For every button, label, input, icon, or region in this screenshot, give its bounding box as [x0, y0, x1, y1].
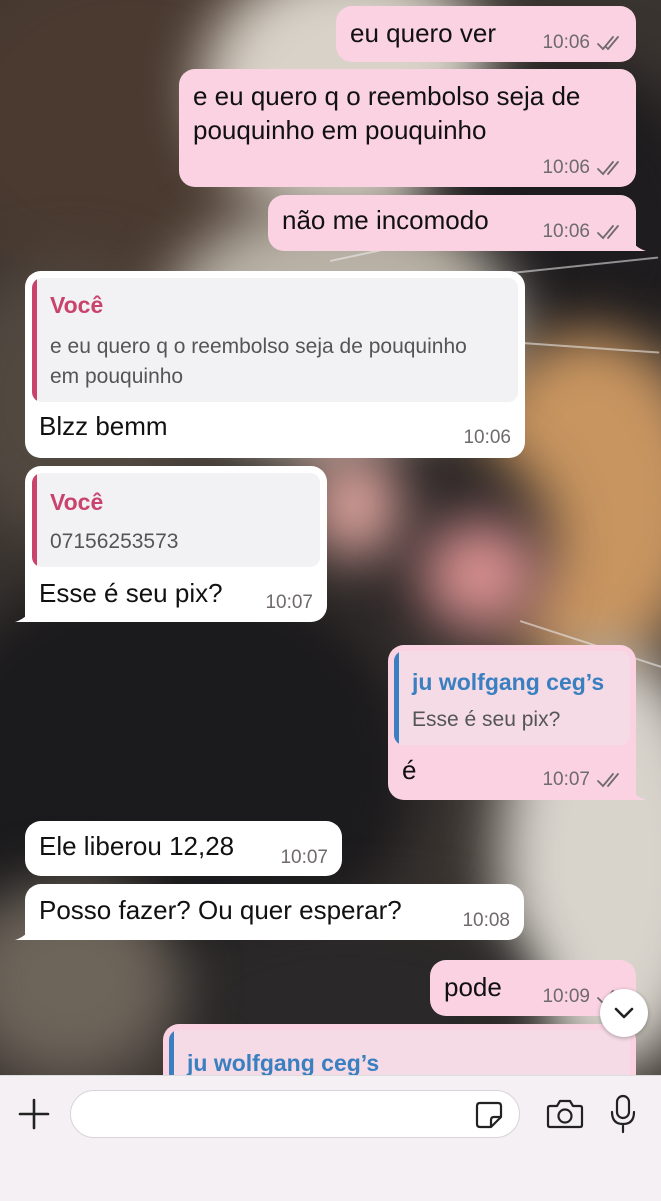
- message-bubble-incoming[interactable]: Você 07156253573 Esse é seu pix? 10:07: [15, 466, 327, 622]
- message-text: pode: [444, 972, 502, 1002]
- message-meta: 10:06: [542, 221, 626, 243]
- message-bubble-outgoing[interactable]: e eu quero q o reembolso seja de pouquin…: [179, 69, 636, 187]
- message-text: Posso fazer? Ou quer esperar?: [39, 895, 402, 925]
- quote-bar: [32, 278, 37, 402]
- plus-icon[interactable]: [16, 1096, 52, 1132]
- bubble-tail: [15, 918, 37, 940]
- quote-author: Você: [50, 292, 104, 318]
- message-meta: 10:07: [542, 769, 626, 791]
- read-receipt-icon: [597, 773, 619, 788]
- read-receipt-icon: [597, 36, 619, 51]
- message-time: 10:07: [280, 847, 328, 868]
- message-text: não me incomodo: [282, 205, 489, 235]
- message-bubble-outgoing[interactable]: ju wolfgang ceg’s Esse é seu pix? é 10:0…: [388, 645, 646, 800]
- message-bubble-outgoing[interactable]: eu quero ver 10:06: [336, 6, 636, 62]
- message-time: 10:06: [463, 427, 511, 448]
- quote-author: Você: [50, 489, 104, 515]
- quote-text: 07156253573: [50, 530, 179, 553]
- message-time: 10:06: [542, 157, 590, 178]
- message-composer: [0, 1075, 661, 1201]
- microphone-icon[interactable]: [608, 1094, 638, 1134]
- message-text: eu quero ver: [350, 18, 496, 48]
- message-text: Ele liberou 12,28: [39, 831, 235, 861]
- reply-quote[interactable]: Você e eu quero q o reembolso seja de po…: [32, 278, 518, 402]
- message-bubble-incoming[interactable]: Posso fazer? Ou quer esperar? 10:08: [15, 884, 524, 940]
- reply-quote[interactable]: ju wolfgang ceg’s Esse é seu pix?: [394, 651, 630, 745]
- message-input[interactable]: [70, 1090, 520, 1138]
- sticker-icon[interactable]: [474, 1100, 504, 1130]
- quote-text: Esse é seu pix?: [412, 708, 561, 731]
- message-bubble-outgoing[interactable]: não me incomodo 10:06: [268, 195, 646, 251]
- scroll-to-bottom-button[interactable]: [600, 989, 648, 1037]
- quote-text: e eu quero q o reembolso seja de pouquin…: [50, 335, 467, 388]
- bubble-tail: [624, 778, 646, 800]
- quote-bar: [394, 651, 399, 745]
- chevron-down-icon: [614, 1007, 634, 1019]
- message-text: Blzz bemm: [39, 411, 168, 441]
- message-text: é: [402, 755, 417, 785]
- camera-icon[interactable]: [546, 1098, 584, 1130]
- message-time: 10:06: [542, 221, 590, 242]
- read-receipt-icon: [597, 161, 619, 176]
- message-time: 10:07: [542, 769, 590, 790]
- message-meta: 10:06: [542, 32, 626, 54]
- quote-bar: [32, 473, 37, 567]
- message-text: Esse é seu pix?: [39, 578, 223, 608]
- message-bubble-incoming[interactable]: Ele liberou 12,28 10:07: [25, 821, 342, 876]
- reply-quote[interactable]: Você 07156253573: [32, 473, 320, 567]
- quote-author: ju wolfgang ceg’s: [412, 669, 605, 695]
- message-bubble-incoming[interactable]: Você e eu quero q o reembolso seja de po…: [25, 271, 525, 458]
- message-time: 10:09: [542, 986, 590, 1007]
- message-time: 10:08: [462, 910, 510, 931]
- message-time: 10:07: [265, 592, 313, 613]
- message-time: 10:06: [542, 32, 590, 53]
- quote-author: ju wolfgang ceg’s: [187, 1050, 380, 1076]
- message-text: e eu quero q o reembolso seja de pouquin…: [193, 81, 581, 145]
- read-receipt-icon: [597, 225, 619, 240]
- bubble-tail: [624, 229, 646, 251]
- message-meta: 10:06: [542, 157, 626, 179]
- bubble-tail: [15, 600, 37, 622]
